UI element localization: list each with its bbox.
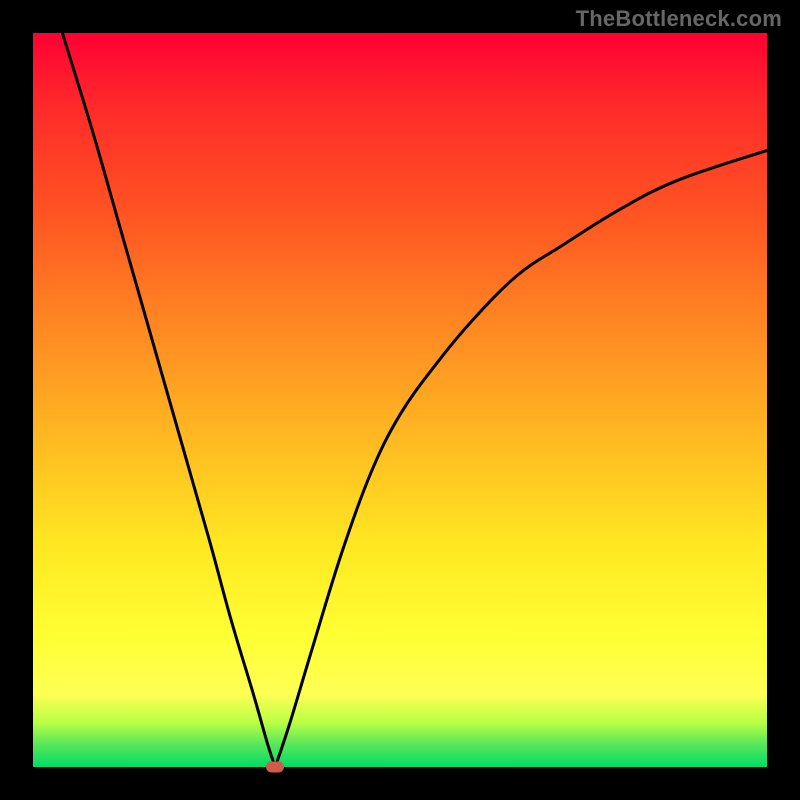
curve-left-branch xyxy=(62,33,275,767)
curve-layer xyxy=(33,33,767,767)
curve-right-branch xyxy=(275,150,767,767)
watermark-text: TheBottleneck.com xyxy=(576,6,782,32)
minimum-marker xyxy=(266,762,284,773)
chart-frame: TheBottleneck.com xyxy=(0,0,800,800)
plot-area xyxy=(33,33,767,767)
